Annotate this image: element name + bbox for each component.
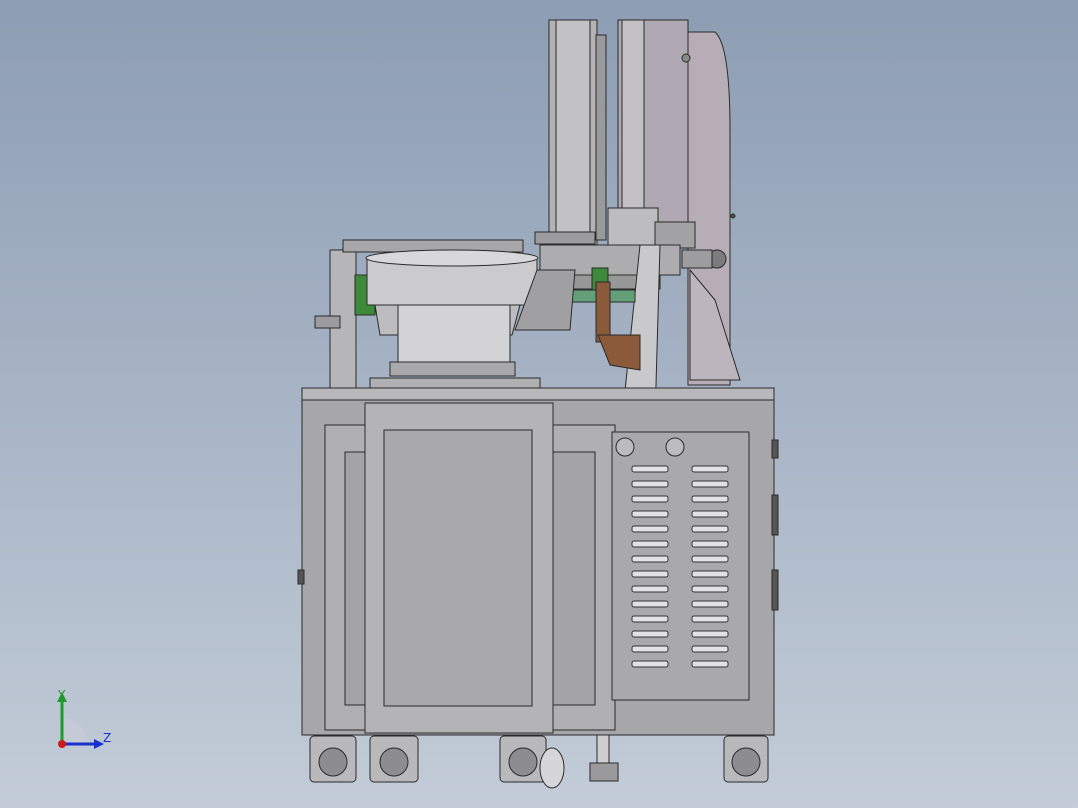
coordinate-triad: Y Z: [40, 680, 130, 760]
y-axis-label: Y: [58, 688, 66, 702]
vibratory-bowl-feeder: [359, 249, 576, 399]
cad-viewport[interactable]: Y Z: [0, 0, 1078, 808]
machine-assembly-model[interactable]: [0, 0, 1078, 808]
z-axis-label: Z: [103, 731, 112, 745]
vertical-column-left: [548, 19, 607, 246]
triad-quarter-arc: [62, 718, 88, 744]
x-axis-origin-icon: [58, 740, 66, 748]
caster-wheels: [309, 734, 769, 789]
front-door-panel: [364, 402, 554, 734]
